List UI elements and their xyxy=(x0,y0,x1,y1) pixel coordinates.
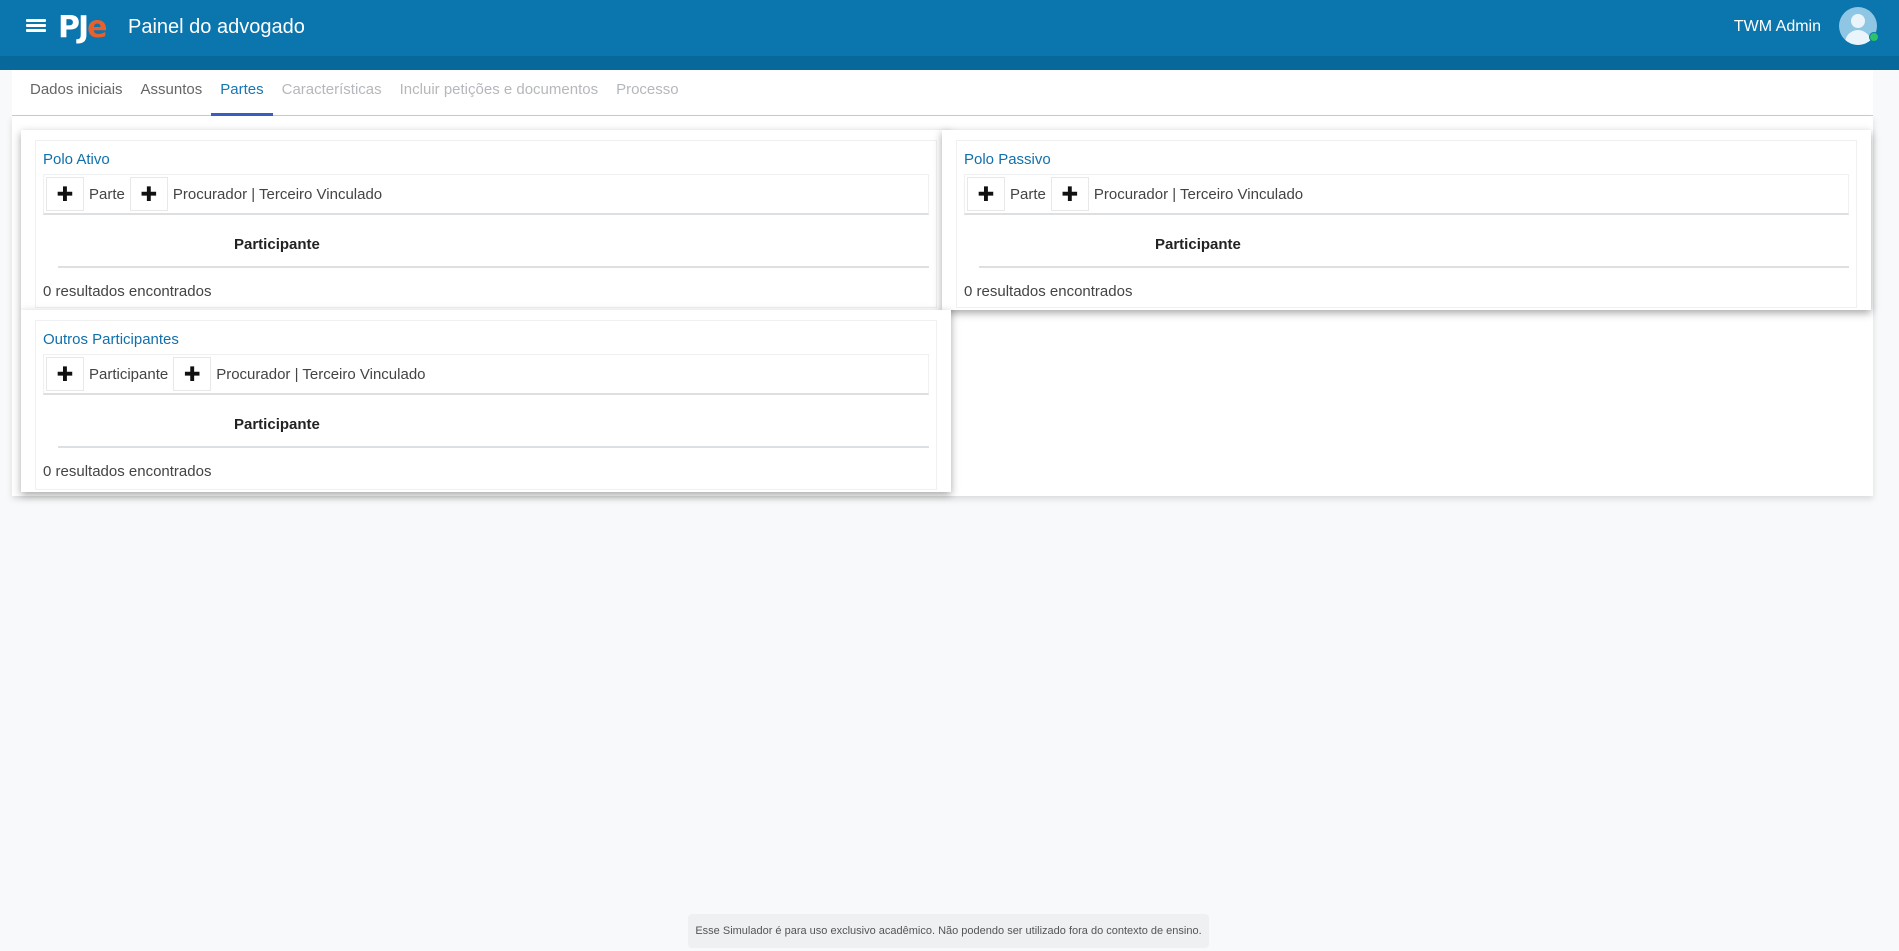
polo-passivo-card: Polo Passivo ✚ Parte ✚ Procurador | Terc… xyxy=(942,130,1871,310)
hamburger-menu-icon[interactable] xyxy=(26,17,46,37)
add-participant-label: Participante xyxy=(89,365,169,383)
column-header-label: Participante xyxy=(234,236,320,253)
page-title: Painel do advogado xyxy=(128,16,305,38)
online-status-icon xyxy=(1869,32,1879,42)
add-party-button[interactable]: ✚ xyxy=(967,177,1005,211)
tab-incluir-peticoes: Incluir petições e documentos xyxy=(399,81,599,98)
header-strip xyxy=(0,56,1899,70)
add-participant-button[interactable]: ✚ xyxy=(46,357,84,391)
tab-processo: Processo xyxy=(616,81,679,98)
tab-dados-iniciais[interactable]: Dados iniciais xyxy=(21,70,132,116)
add-party-button[interactable]: ✚ xyxy=(46,177,84,211)
participant-column-header: Participante xyxy=(979,220,1849,268)
polo-ativo-title: Polo Ativo xyxy=(43,151,110,168)
logo-e-text: e xyxy=(87,10,107,45)
pje-logo[interactable]: PJe xyxy=(58,10,108,46)
add-representative-label: Procurador | Terceiro Vinculado xyxy=(216,365,426,383)
polo-passivo-title: Polo Passivo xyxy=(964,151,1051,168)
tab-assuntos[interactable]: Assuntos xyxy=(132,70,212,116)
add-representative-button[interactable]: ✚ xyxy=(173,357,212,391)
logo-pj-text: PJ xyxy=(58,10,89,45)
parties-panel: Polo Ativo ✚ Parte ✚ Procurador | Tercei… xyxy=(12,116,1873,496)
outros-participantes-result-count: 0 resultados encontrados xyxy=(43,463,212,480)
outros-participantes-actions: ✚ Participante ✚ Procurador | Terceiro V… xyxy=(43,354,929,395)
add-party-label: Parte xyxy=(89,185,125,203)
add-party-label: Parte xyxy=(1010,185,1046,203)
polo-ativo-result-count: 0 resultados encontrados xyxy=(43,283,212,300)
polo-ativo-actions: ✚ Parte ✚ Procurador | Terceiro Vinculad… xyxy=(43,174,929,215)
participant-column-header: Participante xyxy=(58,220,929,268)
polo-ativo-card: Polo Ativo ✚ Parte ✚ Procurador | Tercei… xyxy=(21,130,951,310)
add-representative-button[interactable]: ✚ xyxy=(129,177,168,211)
outros-participantes-card: Outros Participantes ✚ Participante ✚ Pr… xyxy=(21,310,951,492)
polo-passivo-result-count: 0 resultados encontrados xyxy=(964,283,1133,300)
process-wizard-tabs: Dados iniciais Assuntos Partes Caracterí… xyxy=(12,70,1873,116)
polo-passivo-actions: ✚ Parte ✚ Procurador | Terceiro Vinculad… xyxy=(964,174,1849,215)
tab-caracteristicas: Características xyxy=(281,81,382,98)
add-representative-label: Procurador | Terceiro Vinculado xyxy=(1093,185,1304,203)
add-representative-button[interactable]: ✚ xyxy=(1050,177,1089,211)
outros-participantes-title: Outros Participantes xyxy=(43,331,179,348)
add-representative-label: Procurador | Terceiro Vinculado xyxy=(172,185,383,203)
academic-use-notice: Esse Simulador é para uso exclusivo acad… xyxy=(688,914,1209,948)
column-header-label: Participante xyxy=(1155,236,1241,253)
column-header-label: Participante xyxy=(234,416,320,433)
tab-partes[interactable]: Partes xyxy=(211,70,273,116)
participant-column-header: Participante xyxy=(58,400,929,448)
user-name[interactable]: TWM Admin xyxy=(1734,17,1821,37)
top-bar: PJe Painel do advogado TWM Admin xyxy=(0,0,1899,56)
